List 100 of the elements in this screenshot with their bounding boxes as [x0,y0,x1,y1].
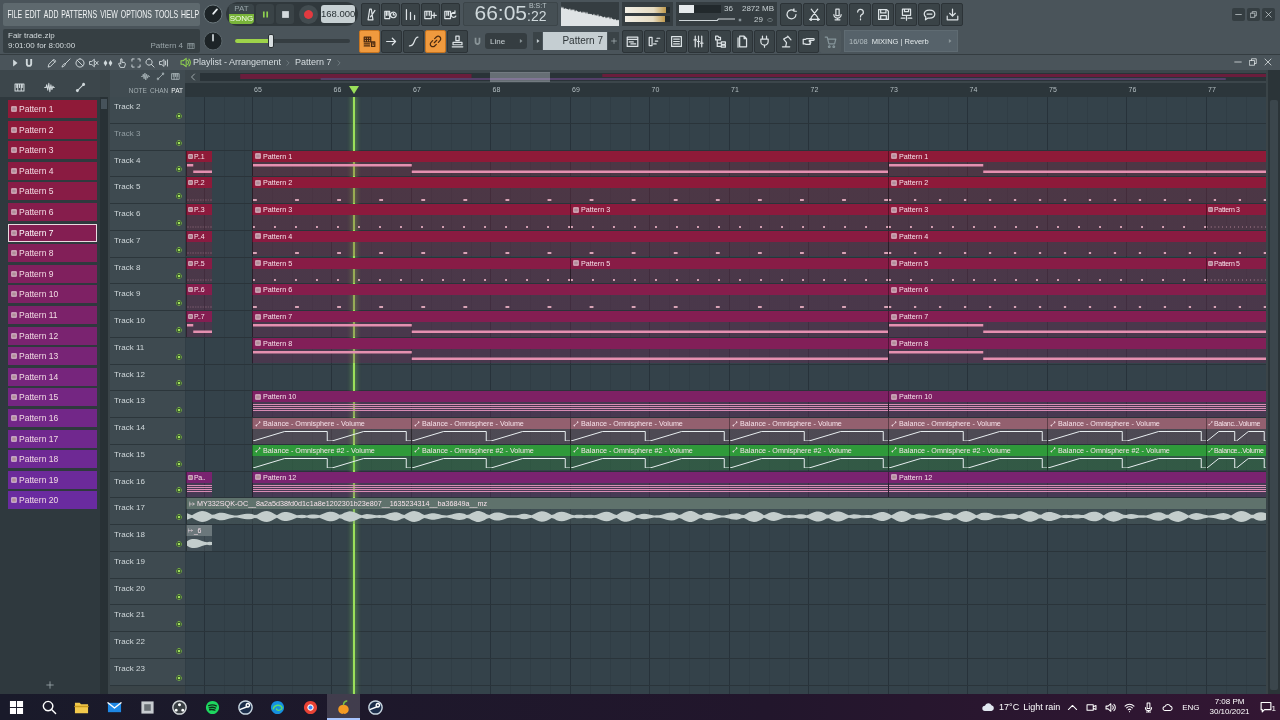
track-header[interactable]: Track 18 [110,525,185,552]
toolbar-button[interactable] [622,29,643,53]
toolbar-button[interactable] [447,29,468,53]
tempo-field[interactable]: 168.000 [321,5,355,23]
toolbar-button[interactable] [425,29,446,53]
weather-temperature[interactable]: 17°C [999,702,1020,712]
track-header[interactable]: Track 9 [110,284,185,311]
toolbar-button[interactable] [441,2,460,26]
track-header[interactable]: Track 7 [110,230,185,258]
tool-button[interactable] [88,56,100,69]
clock-date[interactable]: 30/10/2021 [1209,707,1250,717]
menu-item[interactable]: PATTERNS [59,4,99,24]
track-header[interactable]: Track 10 [110,311,185,338]
add-button[interactable] [46,681,54,689]
pattern-item[interactable]: Pattern 8 [8,244,97,263]
snap-dropdown[interactable]: Line [485,33,527,49]
track-header[interactable]: Track 6 [110,204,185,231]
track-header[interactable]: Track 21 [110,605,185,632]
track-header[interactable]: Track 23 [110,658,185,686]
picker-scrollbar[interactable] [100,97,108,694]
toolbar-button[interactable] [644,29,665,53]
track-header[interactable]: Track 5 [110,177,185,204]
vertical-scrollbar[interactable] [1268,70,1280,694]
piano-button[interactable] [171,72,180,81]
filter-button[interactable] [75,82,87,93]
menu-item[interactable]: TOOLS [153,4,180,24]
restore-button[interactable] [1247,7,1260,21]
toolbar-button[interactable] [361,2,380,26]
track-header[interactable]: Track 14 [110,418,185,445]
tool-button[interactable] [130,56,142,69]
toolbar-button[interactable] [754,29,775,53]
pattern-selector[interactable]: Pattern 7 [543,32,607,50]
minimize-button[interactable] [1232,7,1245,21]
tool-button[interactable] [158,56,170,69]
toolbar-button[interactable] [872,2,894,26]
track-header[interactable]: Track 11 [110,337,185,365]
track-header[interactable]: Track 22 [110,632,185,659]
track-header[interactable]: Track 19 [110,551,185,579]
language-indicator[interactable]: ENG [1182,702,1200,712]
menu-item[interactable]: HELP [179,4,200,24]
pattern-item[interactable]: Pattern 7 [8,223,97,242]
pattern-item[interactable]: Pattern 6 [8,202,97,221]
pattern-item[interactable]: Pattern 17 [8,429,97,448]
pattern-item[interactable]: Pattern 19 [8,470,97,489]
toolbar-button[interactable] [381,2,400,26]
toolbar-button[interactable] [941,2,963,26]
menu-item[interactable]: FILE [6,4,24,24]
pattern-item[interactable]: Pattern 5 [8,182,97,201]
stop-button[interactable] [276,4,294,24]
toolbar-button[interactable] [780,2,802,26]
tool-button[interactable] [144,56,156,69]
volume-knob[interactable] [203,4,223,24]
pattern-menu-button[interactable] [533,32,542,50]
scroll-handle[interactable] [490,71,550,82]
track-header[interactable]: Track 2 [110,97,185,124]
position-thumb[interactable] [267,34,274,48]
pitch-knob[interactable] [203,31,223,51]
tool-button[interactable] [23,56,35,69]
track-header[interactable]: Track 13 [110,391,185,418]
pattern-item[interactable]: Pattern 20 [8,491,97,510]
toolbar-button[interactable] [403,29,424,53]
toolbar-button[interactable] [918,2,940,26]
toolbar-button[interactable] [849,2,871,26]
pattern-item[interactable]: Pattern 16 [8,408,97,427]
automation-button[interactable] [156,72,165,81]
track-header[interactable]: Track 15 [110,444,185,472]
menu-item[interactable]: VIEW [98,4,120,24]
pattern-item[interactable]: Pattern 10 [8,285,97,304]
toolbar-button[interactable] [732,29,753,53]
restore-button[interactable] [1249,58,1258,67]
menu-item[interactable]: OPTIONS [119,4,154,24]
track-header[interactable]: Track 17 [110,498,185,525]
filter-button[interactable] [13,82,25,93]
toolbar-button[interactable] [895,2,917,26]
pattern-item[interactable]: Pattern 12 [8,326,97,345]
playhead-marker[interactable] [349,86,359,94]
pattern-item[interactable]: Pattern 11 [8,305,97,324]
track-header[interactable]: Track 8 [110,257,185,285]
weather-condition[interactable]: Light rain [1023,702,1061,712]
taskbar-button[interactable] [326,694,360,720]
pattern-item[interactable]: Pattern 15 [8,388,97,407]
audio-button[interactable] [141,72,150,81]
tool-button[interactable] [116,56,128,69]
toolbar-button[interactable] [710,29,731,53]
breadcrumb-pattern[interactable]: Pattern 7 [295,56,332,69]
play-pause-button[interactable] [256,4,274,24]
toolbar-button[interactable] [421,2,440,26]
toolbar-button[interactable] [776,29,797,53]
toolbar-button[interactable] [359,29,380,53]
pattern-item[interactable]: Pattern 14 [8,367,97,386]
tool-button[interactable] [74,56,86,69]
notification-button[interactable]: 1 [1259,701,1276,713]
pattern-item[interactable]: Pattern 1 [8,100,97,118]
toolbar-button[interactable] [401,2,420,26]
pattern-item[interactable]: Pattern 3 [8,141,97,160]
toolbar-button[interactable] [666,29,687,53]
pattern-item[interactable]: Pattern 18 [8,450,97,469]
tool-button[interactable] [60,56,72,69]
track-header[interactable]: Track 12 [110,364,185,392]
toolbar-button[interactable] [803,2,825,26]
